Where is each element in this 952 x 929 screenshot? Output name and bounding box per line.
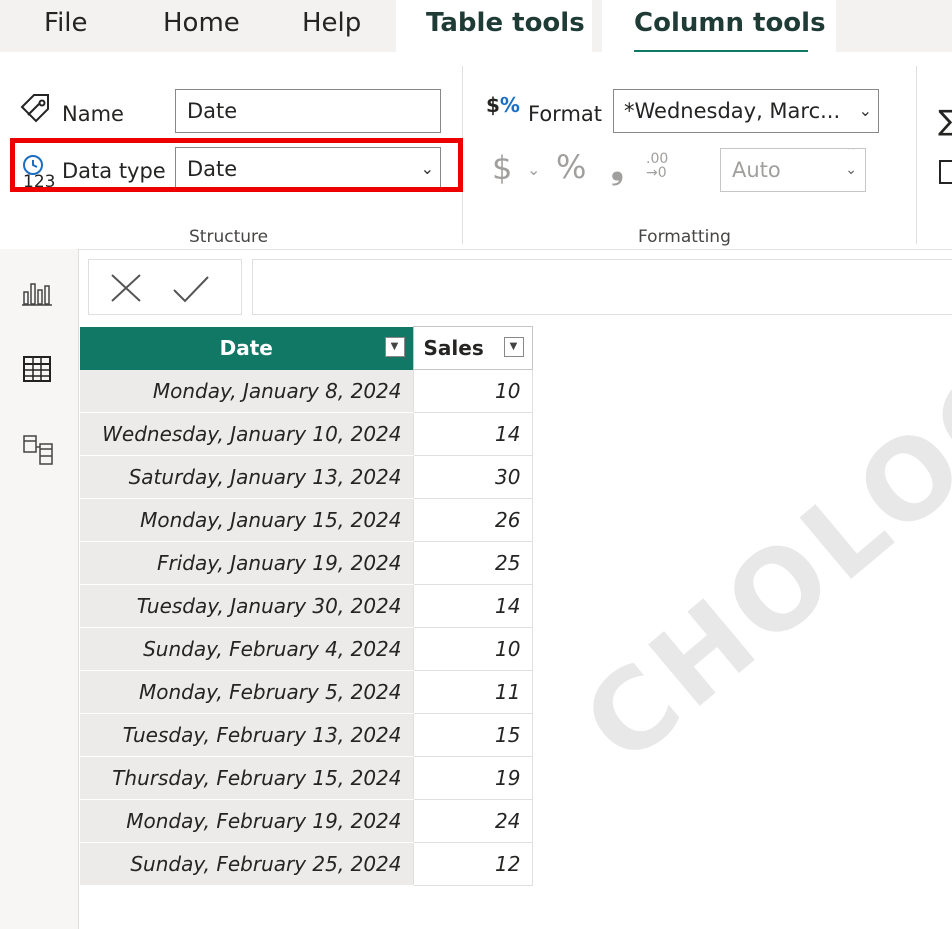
sales-cell[interactable]: 11	[412, 670, 533, 714]
sales-cell[interactable]: 14	[412, 412, 533, 456]
format-label: Format	[528, 102, 603, 126]
date-cell[interactable]: Saturday, January 13, 2024	[80, 455, 413, 499]
sales-cell[interactable]: 14	[412, 584, 533, 628]
format-icon: $%	[486, 93, 520, 117]
table-row: Thursday, February 15, 2024 19	[80, 756, 533, 800]
table-row: Sunday, February 4, 2024 10	[80, 627, 533, 671]
sales-cell[interactable]: 30	[412, 455, 533, 499]
tag-icon	[20, 94, 56, 128]
date-cell[interactable]: Sunday, February 25, 2024	[80, 842, 413, 886]
decimal-places-value: Auto	[732, 158, 781, 182]
table-row: Wednesday, January 10, 2024 14	[80, 412, 533, 456]
date-cell[interactable]: Sunday, February 4, 2024	[80, 627, 413, 671]
sales-cell[interactable]: 19	[412, 756, 533, 800]
name-input[interactable]: Date	[175, 89, 441, 133]
chevron-down-icon: ⌄	[858, 101, 872, 120]
format-select[interactable]: *Wednesday, Marc... ⌄	[613, 89, 879, 133]
sales-cell[interactable]: 10	[412, 627, 533, 671]
table-row: Saturday, January 13, 2024 30	[80, 455, 533, 499]
date-cell[interactable]: Monday, February 5, 2024	[80, 670, 413, 714]
formula-input[interactable]	[252, 259, 952, 315]
cancel-icon[interactable]	[109, 272, 143, 308]
date-cell[interactable]: Tuesday, February 13, 2024	[80, 713, 413, 757]
decimal-places-spinner[interactable]: Auto ⌃ ⌄	[720, 148, 866, 192]
date-cell[interactable]: Wednesday, January 10, 2024	[80, 412, 413, 456]
tab-table-tools[interactable]: Table tools	[396, 0, 592, 52]
sales-cell[interactable]: 10	[412, 369, 533, 413]
sales-cell[interactable]: 15	[412, 713, 533, 757]
model-view-icon[interactable]	[22, 434, 54, 470]
date-cell[interactable]: Monday, January 8, 2024	[80, 369, 413, 413]
table-row: Friday, January 19, 2024 25	[80, 541, 533, 585]
decrease-decimal-icon[interactable]: .00 →0	[646, 152, 668, 180]
formula-bar-buttons	[88, 259, 242, 315]
date-cell[interactable]: Monday, February 19, 2024	[80, 799, 413, 843]
data-grid: Date ▼ Sales ▼ Monday, January 8, 2024 10…	[80, 326, 533, 886]
table-row: Sunday, February 25, 2024 12	[80, 842, 533, 886]
chevron-down-icon[interactable]: ⌄	[527, 160, 540, 179]
group-label-structure: Structure	[189, 227, 269, 247]
filter-dropdown-icon[interactable]: ▼	[384, 336, 405, 357]
view-rail	[0, 249, 79, 929]
tab-column-tools-label: Column tools	[634, 8, 826, 38]
report-view-icon[interactable]	[22, 280, 52, 310]
highlight-box	[10, 138, 463, 192]
watermark: CHOLOGY	[560, 281, 952, 789]
spinner-arrows-icon[interactable]: ⌃ ⌄	[845, 149, 857, 179]
tab-table-tools-label: Table tools	[426, 8, 585, 38]
menu-home[interactable]: Home	[163, 8, 240, 38]
table-row: Monday, January 15, 2024 26	[80, 498, 533, 542]
table-row: Tuesday, January 30, 2024 14	[80, 584, 533, 628]
date-cell[interactable]: Thursday, February 15, 2024	[80, 756, 413, 800]
date-cell[interactable]: Monday, January 15, 2024	[80, 498, 413, 542]
table-view-icon[interactable]	[22, 355, 52, 387]
percent-icon[interactable]: %	[556, 148, 586, 186]
column-header-date[interactable]: Date ▼	[80, 326, 413, 370]
format-value: *Wednesday, Marc...	[624, 99, 841, 123]
sales-cell[interactable]: 25	[412, 541, 533, 585]
commit-icon[interactable]	[171, 274, 211, 308]
date-cell[interactable]: Tuesday, January 30, 2024	[80, 584, 413, 628]
sum-icon[interactable]: ∑	[938, 104, 952, 137]
table-row: Monday, February 19, 2024 24	[80, 799, 533, 843]
currency-icon[interactable]: $	[492, 149, 512, 187]
table-row: Monday, January 8, 2024 10	[80, 369, 533, 413]
menu-bar: File Home Help Table tools Column tools	[0, 0, 952, 54]
group-label-formatting: Formatting	[638, 227, 731, 247]
date-cell[interactable]: Friday, January 19, 2024	[80, 541, 413, 585]
data-table: Date ▼ Sales ▼ Monday, January 8, 2024 10…	[80, 326, 533, 886]
sales-cell[interactable]: 12	[412, 842, 533, 886]
table-row: Tuesday, February 13, 2024 15	[80, 713, 533, 757]
sales-cell[interactable]: 26	[412, 498, 533, 542]
table-row: Monday, February 5, 2024 11	[80, 670, 533, 714]
data-category-icon[interactable]	[939, 160, 952, 184]
menu-help[interactable]: Help	[302, 8, 361, 38]
name-label: Name	[62, 102, 124, 126]
column-header-sales[interactable]: Sales ▼	[412, 326, 533, 370]
comma-style-icon[interactable]: ❟	[611, 148, 624, 187]
filter-dropdown-icon[interactable]: ▼	[503, 337, 524, 357]
group-divider	[916, 66, 917, 244]
sales-cell[interactable]: 24	[412, 799, 533, 843]
tab-column-tools[interactable]: Column tools	[602, 0, 836, 52]
menu-file[interactable]: File	[44, 8, 88, 38]
